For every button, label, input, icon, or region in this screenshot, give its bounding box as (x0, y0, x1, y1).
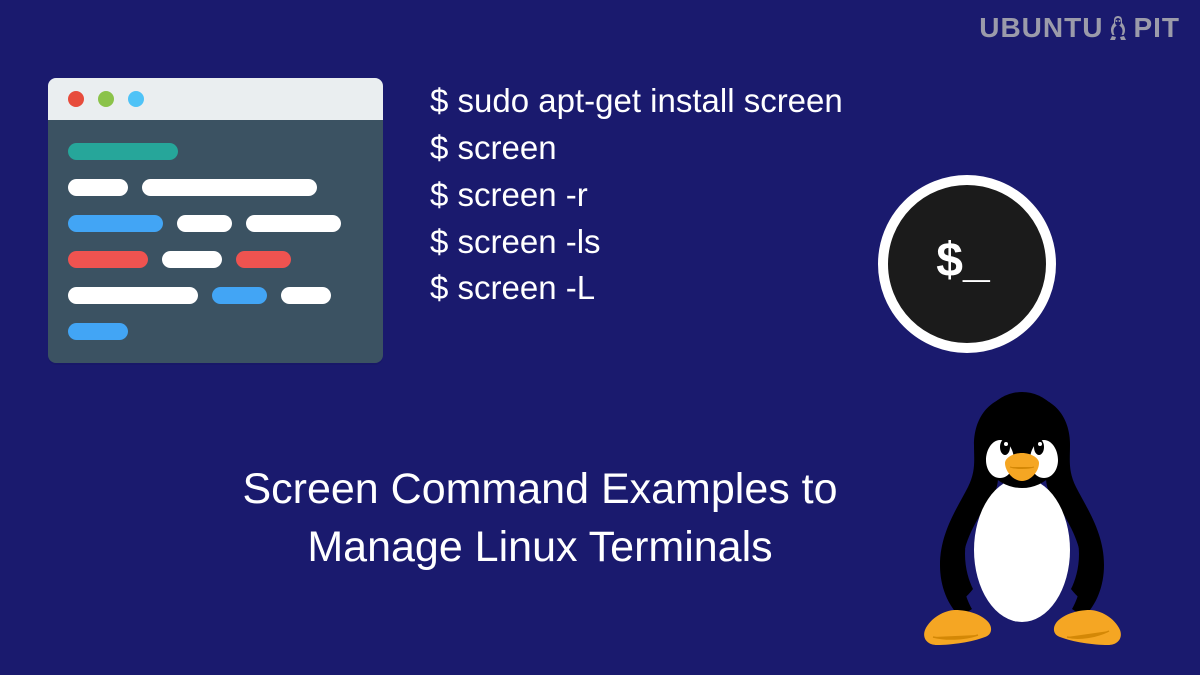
shell-prompt-icon: $_ (878, 175, 1056, 353)
command-line: $ screen -ls (430, 219, 843, 266)
command-list: $ sudo apt-get install screen $ screen $… (430, 78, 843, 312)
code-line (68, 250, 363, 268)
shell-prompt-text: $_ (936, 233, 989, 288)
code-line (68, 322, 363, 340)
watermark-logo: UBUNTU PIT (979, 12, 1180, 44)
title-line-2: Manage Linux Terminals (175, 518, 905, 576)
terminal-window-illustration (48, 78, 383, 363)
command-line: $ screen (430, 125, 843, 172)
terminal-body (48, 120, 383, 363)
code-line (68, 214, 363, 232)
tux-penguin-icon (905, 385, 1140, 655)
command-line: $ screen -L (430, 265, 843, 312)
code-line (68, 178, 363, 196)
watermark-right: PIT (1133, 12, 1180, 44)
code-line (68, 142, 363, 160)
window-dot-green (98, 91, 114, 107)
title-line-1: Screen Command Examples to (175, 460, 905, 518)
window-dot-blue (128, 91, 144, 107)
command-line: $ screen -r (430, 172, 843, 219)
code-line (68, 286, 363, 304)
window-dot-red (68, 91, 84, 107)
banner-title: Screen Command Examples to Manage Linux … (175, 460, 905, 576)
penguin-icon-small (1106, 14, 1130, 42)
terminal-titlebar (48, 78, 383, 120)
watermark-left: UBUNTU (979, 12, 1103, 44)
command-line: $ sudo apt-get install screen (430, 78, 843, 125)
